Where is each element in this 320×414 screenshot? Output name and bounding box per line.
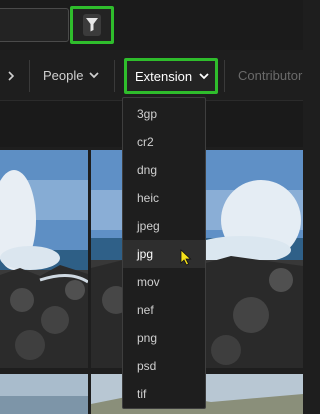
extension-dropdown-menu: 3gp cr2 dng heic jpeg jpg mov nef png ps… <box>122 97 206 409</box>
chevron-down-icon <box>199 73 209 80</box>
filter-separator <box>29 60 30 92</box>
search-input[interactable] <box>0 8 69 42</box>
photo-thumbnail[interactable] <box>0 374 88 414</box>
top-toolbar <box>0 0 303 50</box>
extension-option[interactable]: dng <box>123 156 205 184</box>
extension-filter-label: Extension <box>135 69 193 84</box>
chevron-left-icon[interactable] <box>0 66 14 86</box>
extension-option-selected[interactable]: jpg <box>123 240 205 268</box>
extension-filter-button[interactable]: Extension <box>124 58 218 94</box>
filter-button[interactable] <box>70 6 114 44</box>
people-filter-label[interactable]: People <box>43 68 83 83</box>
extension-option[interactable]: mov <box>123 268 205 296</box>
extension-option[interactable]: 3gp <box>123 100 205 128</box>
photo-thumbnail[interactable] <box>0 150 88 368</box>
extension-option[interactable]: jpeg <box>123 212 205 240</box>
funnel-icon <box>86 18 98 32</box>
extension-option[interactable]: tif <box>123 380 205 408</box>
extension-option[interactable]: nef <box>123 296 205 324</box>
extension-option[interactable]: heic <box>123 184 205 212</box>
extension-option[interactable]: cr2 <box>123 128 205 156</box>
pointer-cursor-icon <box>180 249 192 266</box>
chevron-down-icon[interactable] <box>88 70 100 80</box>
extension-option[interactable]: psd <box>123 352 205 380</box>
extension-option[interactable]: png <box>123 324 205 352</box>
filter-separator <box>224 60 225 92</box>
filter-separator <box>114 60 115 92</box>
contributor-filter-label[interactable]: Contributor <box>238 68 302 83</box>
